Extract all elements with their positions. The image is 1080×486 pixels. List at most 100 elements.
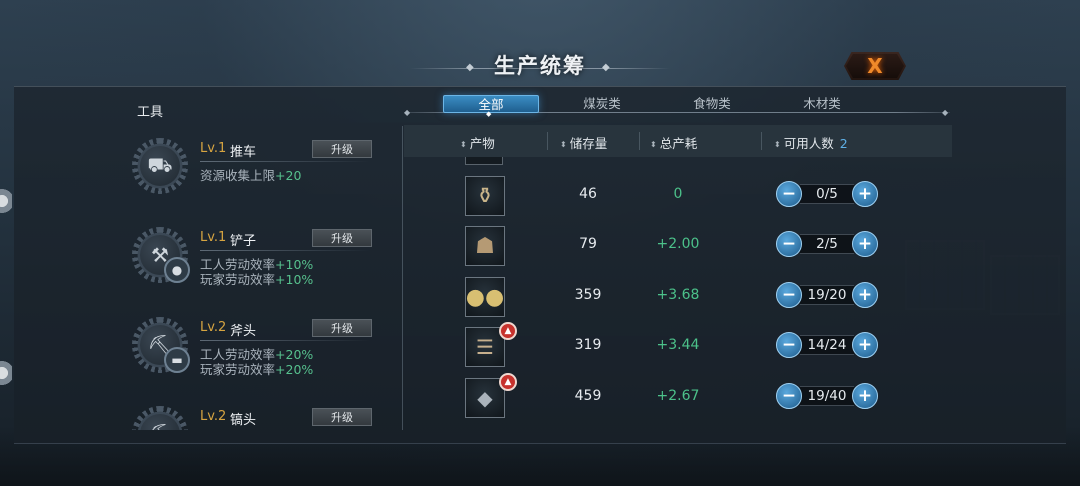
plus-icon: + — [857, 284, 873, 305]
table-row: ☰ ▲ 319 +3.44 14/24 − + — [404, 321, 952, 371]
stock-value: 459 — [574, 388, 602, 404]
decrease-workers-button[interactable]: − — [776, 231, 802, 257]
potato-icon: ●● — [465, 284, 505, 310]
potato-icon: ● — [164, 257, 190, 283]
increase-workers-button[interactable]: + — [852, 181, 878, 207]
decrease-workers-button[interactable]: − — [776, 383, 802, 409]
item-slot[interactable]: ⚱ — [465, 176, 505, 216]
increase-workers-button[interactable]: + — [852, 231, 878, 257]
worker-count: 19/40 — [800, 386, 854, 406]
increase-workers-button[interactable]: + — [852, 383, 878, 409]
plus-icon: + — [857, 385, 873, 406]
production-value: +3.68 — [656, 287, 700, 303]
table-row: ☗ 79 +2.00 2/5 − + — [404, 220, 952, 270]
tool-effect: 资源收集上限+20 — [200, 165, 301, 184]
tool-level: Lv.2 — [200, 320, 227, 335]
tool-name: 斧头 — [230, 324, 257, 339]
sort-icon: ⬍ — [650, 140, 657, 149]
decrease-workers-button[interactable]: − — [776, 282, 802, 308]
stock-value: 319 — [574, 337, 602, 353]
production-value: +3.44 — [656, 337, 700, 353]
sort-icon: ⬍ — [774, 140, 781, 149]
tools-heading: 工具 — [137, 105, 164, 120]
item-slot[interactable]: ●● — [465, 277, 505, 317]
upgrade-button-pickaxe[interactable]: 升级 — [312, 408, 372, 426]
boost-badge-icon: ▲ — [499, 322, 517, 340]
table-row: ⚱ 46 0 0/5 − + — [404, 170, 952, 220]
effect-label: 资源收集上限 — [200, 168, 276, 183]
tab-food[interactable]: 食物类 — [664, 95, 760, 113]
title-ornament-right-icon: ◆ — [602, 62, 610, 73]
tab-wood[interactable]: 木材类 — [774, 95, 870, 113]
stock-value: 79 — [579, 236, 597, 252]
column-divider — [402, 126, 403, 430]
edge-marker-left — [0, 356, 12, 390]
tool-level: Lv.1 — [200, 230, 227, 245]
edge-marker-left — [0, 184, 12, 218]
tab-pointer-icon: ◆ — [486, 110, 492, 118]
worker-stepper: 19/20 − + — [776, 282, 880, 310]
production-value: +2.67 — [656, 388, 700, 404]
effect-value: +20 — [275, 168, 302, 183]
tab-coal[interactable]: 煤炭类 — [554, 95, 650, 113]
tool-item-shovel: ⚒ ● Lv.1 铲子 升级 工人劳动效率+10% 玩家劳动效率+10% — [132, 227, 392, 307]
tool-divider — [200, 161, 370, 162]
gear-frame: ⛟ — [132, 138, 188, 194]
close-button[interactable]: X — [844, 52, 906, 80]
worker-stepper: 19/40 − + — [776, 383, 880, 411]
available-workers-count: 2 — [839, 136, 848, 151]
minus-icon: − — [781, 183, 797, 204]
header-separator — [761, 132, 762, 150]
jar-icon: ⚱ — [475, 183, 495, 209]
worker-count: 2/5 — [800, 234, 854, 254]
plus-icon: + — [857, 334, 873, 355]
worker-count: 0/5 — [800, 184, 854, 204]
tool-divider — [200, 250, 370, 251]
tool-item-cart: ⛟ Lv.1 推车 升级 资源收集上限+20 — [132, 138, 392, 218]
item-slot[interactable]: ☗ — [465, 226, 505, 266]
pickaxe-icon: ⛏ — [140, 414, 180, 430]
wood-log-icon: ☰ — [476, 335, 494, 359]
effect-value: +20% — [275, 362, 314, 377]
window-title-bar: ◆ ◆ 生产统筹 — [410, 48, 670, 82]
minus-icon: − — [781, 233, 797, 254]
close-icon: X — [867, 54, 883, 78]
table-row: ◆ ▲ 459 +2.67 19/40 − + — [404, 372, 952, 422]
upgrade-button-axe[interactable]: 升级 — [312, 319, 372, 337]
increase-workers-button[interactable]: + — [852, 332, 878, 358]
tool-level: Lv.2 — [200, 409, 227, 424]
title-ornament-left-icon: ◆ — [466, 62, 474, 73]
upgrade-button-shovel[interactable]: 升级 — [312, 229, 372, 247]
effect-value: +10% — [275, 272, 314, 287]
column-header-product[interactable]: ⬍ 产物 — [460, 133, 495, 152]
decrease-workers-button[interactable]: − — [776, 181, 802, 207]
wood-log-icon: ▬ — [164, 347, 190, 373]
minus-icon: − — [781, 284, 797, 305]
worker-stepper: 2/5 − + — [776, 231, 880, 259]
decrease-workers-button[interactable]: − — [776, 332, 802, 358]
gear-frame: ⛏ — [132, 406, 188, 430]
stock-value: 359 — [574, 287, 602, 303]
tool-name: 推车 — [230, 145, 257, 160]
sort-icon: ⬍ — [560, 140, 567, 149]
upgrade-button-cart[interactable]: 升级 — [312, 140, 372, 158]
tool-item-axe: ⛏ ▬ Lv.2 斧头 升级 工人劳动效率+20% 玩家劳动效率+20% — [132, 317, 392, 397]
effect-label: 玩家劳动效率 — [200, 272, 276, 287]
column-header-workers[interactable]: ⬍ 可用人数 2 — [774, 133, 848, 152]
stock-value: 46 — [579, 186, 597, 202]
production-value: 0 — [673, 186, 683, 202]
worker-stepper: 14/24 − + — [776, 332, 880, 360]
header-separator — [639, 132, 640, 150]
tool-name: 铲子 — [230, 234, 257, 249]
column-header-production[interactable]: ⬍ 总产耗 — [650, 133, 697, 152]
plus-icon: + — [857, 183, 873, 204]
effect-label: 玩家劳动效率 — [200, 362, 276, 377]
item-slot-partial — [465, 157, 503, 165]
increase-workers-button[interactable]: + — [852, 282, 878, 308]
table-row: ●● 359 +3.68 19/20 − + — [404, 271, 952, 321]
tool-level: Lv.1 — [200, 141, 227, 156]
sort-icon: ⬍ — [460, 140, 467, 149]
coal-icon: ◆ — [477, 386, 493, 410]
tool-divider — [200, 340, 370, 341]
column-header-stock[interactable]: ⬍ 储存量 — [560, 133, 607, 152]
